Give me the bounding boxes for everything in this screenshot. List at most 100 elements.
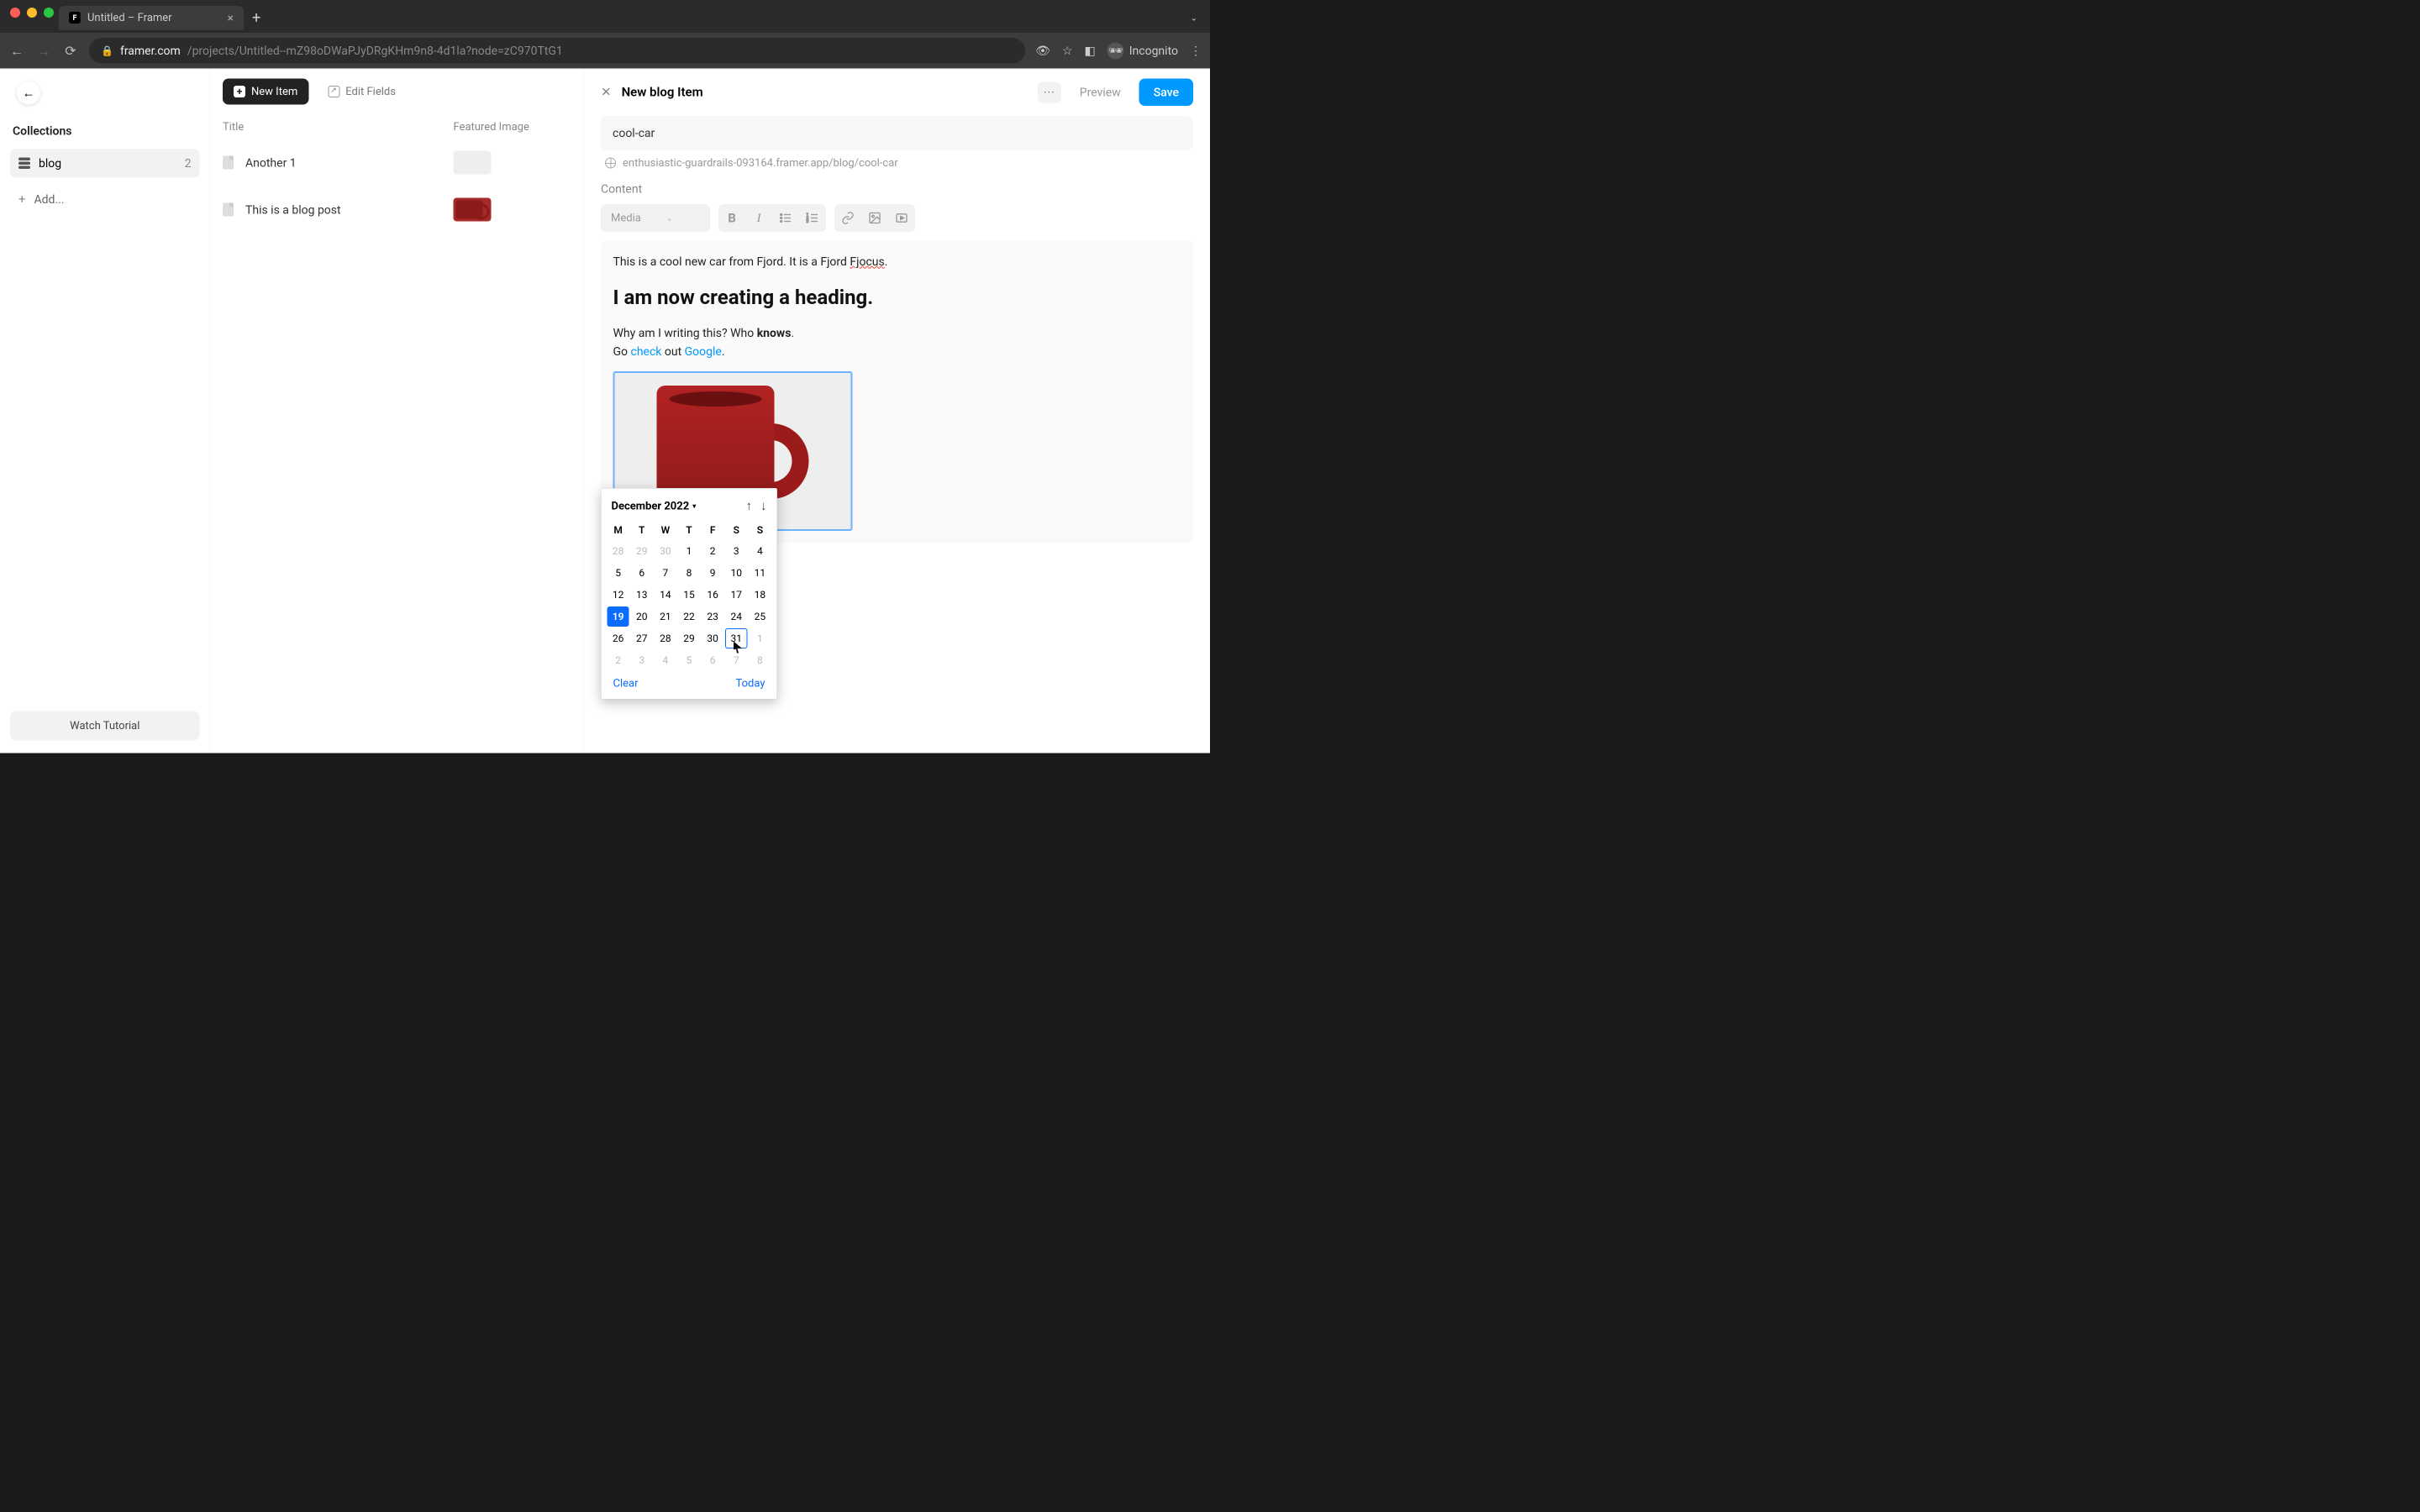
row-title: This is a blog post xyxy=(245,202,341,217)
datepicker-day[interactable]: 4 xyxy=(749,541,771,561)
incognito-icon: 🕶 xyxy=(1107,42,1124,59)
items-list-panel: + New Item Edit Fields Title Featured Im… xyxy=(210,69,584,753)
datepicker-day[interactable]: 27 xyxy=(631,628,653,648)
datepicker-dow: M xyxy=(607,520,630,540)
datepicker-day[interactable]: 16 xyxy=(702,585,723,605)
slug-input[interactable]: cool-car xyxy=(601,116,1193,150)
datepicker-day[interactable]: 23 xyxy=(702,606,723,627)
datepicker-day[interactable]: 29 xyxy=(678,628,700,648)
datepicker-day[interactable]: 5 xyxy=(678,650,700,670)
datepicker-day[interactable]: 24 xyxy=(725,606,747,627)
datepicker-day[interactable]: 28 xyxy=(608,541,629,561)
eye-off-icon[interactable]: 👁 xyxy=(1035,44,1050,58)
next-month-icon[interactable]: ↓ xyxy=(760,499,767,514)
preview-button[interactable]: Preview xyxy=(1080,86,1121,100)
database-icon xyxy=(18,157,30,169)
item-editor-panel: ✕ New blog Item ··· Preview Save cool-ca… xyxy=(584,69,1210,753)
datepicker-day[interactable]: 15 xyxy=(678,585,700,605)
prev-month-icon[interactable]: ↑ xyxy=(746,499,753,514)
add-collection-button[interactable]: + Add... xyxy=(10,185,200,215)
back-button[interactable]: ← xyxy=(17,81,40,105)
datepicker-day[interactable]: 8 xyxy=(749,650,771,670)
datepicker-day[interactable]: 2 xyxy=(702,541,723,561)
datepicker-day[interactable]: 12 xyxy=(608,585,629,605)
nav-reload-icon[interactable]: ⟳ xyxy=(62,43,79,59)
datepicker-day[interactable]: 20 xyxy=(631,606,653,627)
datepicker-day[interactable]: 1 xyxy=(749,628,771,648)
document-icon xyxy=(223,203,234,217)
datepicker-day[interactable]: 7 xyxy=(655,563,676,583)
new-item-button[interactable]: + New Item xyxy=(223,79,308,105)
datepicker-day[interactable]: 3 xyxy=(725,541,747,561)
italic-button[interactable]: I xyxy=(745,205,772,232)
datepicker-month-select[interactable]: December 2022 ▾ xyxy=(612,500,697,512)
datepicker-day[interactable]: 17 xyxy=(725,585,747,605)
bookmark-icon[interactable]: ☆ xyxy=(1062,44,1073,58)
datepicker-day[interactable]: 6 xyxy=(702,650,723,670)
datepicker-day[interactable]: 30 xyxy=(655,541,676,561)
datepicker-day[interactable]: 26 xyxy=(608,628,629,648)
datepicker-day[interactable]: 19 xyxy=(608,606,629,627)
collection-item-blog[interactable]: blog 2 xyxy=(10,149,200,178)
bold-button[interactable]: B xyxy=(718,205,745,232)
incognito-badge[interactable]: 🕶 Incognito xyxy=(1107,42,1178,59)
browser-tab[interactable]: F Untitled – Framer × xyxy=(59,6,244,30)
datepicker-day[interactable]: 8 xyxy=(678,563,700,583)
video-button[interactable] xyxy=(888,205,915,232)
datepicker-dow: F xyxy=(701,520,724,540)
datepicker-day[interactable]: 10 xyxy=(725,563,747,583)
datepicker-today-button[interactable]: Today xyxy=(735,677,765,690)
datepicker-day[interactable]: 11 xyxy=(749,563,771,583)
datepicker-day[interactable]: 21 xyxy=(655,606,676,627)
col-title: Title xyxy=(223,121,454,134)
nav-back-icon[interactable]: ← xyxy=(8,43,25,59)
watch-tutorial-button[interactable]: Watch Tutorial xyxy=(10,711,200,741)
more-options-button[interactable]: ··· xyxy=(1038,81,1061,102)
datepicker-day[interactable]: 7 xyxy=(725,650,747,670)
url-host: framer.com xyxy=(120,44,181,58)
link-button[interactable] xyxy=(834,205,861,232)
image-button[interactable] xyxy=(861,205,888,232)
list-row[interactable]: This is a blog post xyxy=(210,186,584,234)
datepicker-day[interactable]: 29 xyxy=(631,541,653,561)
datepicker-clear-button[interactable]: Clear xyxy=(613,677,639,690)
datepicker-day[interactable]: 1 xyxy=(678,541,700,561)
datepicker-day[interactable]: 5 xyxy=(608,563,629,583)
datepicker-day[interactable]: 28 xyxy=(655,628,676,648)
datepicker-day[interactable]: 6 xyxy=(631,563,653,583)
content-link[interactable]: check xyxy=(631,344,662,359)
plus-icon: + xyxy=(234,86,245,97)
datepicker-day[interactable]: 25 xyxy=(749,606,771,627)
bullet-list-button[interactable] xyxy=(772,205,799,232)
datepicker-day[interactable]: 22 xyxy=(678,606,700,627)
datepicker-day[interactable]: 4 xyxy=(655,650,676,670)
browser-menu-icon[interactable]: ⋮ xyxy=(1190,44,1202,58)
tab-title: Untitled – Framer xyxy=(87,12,172,24)
extensions-icon[interactable]: ◧ xyxy=(1084,44,1095,58)
left-sidebar: ← Collections blog 2 + Add... Watch Tuto… xyxy=(0,69,210,753)
numbered-list-button[interactable]: 123 xyxy=(799,205,826,232)
datepicker-day[interactable]: 14 xyxy=(655,585,676,605)
row-thumbnail xyxy=(454,151,492,175)
svg-text:3: 3 xyxy=(807,219,809,224)
tabs-menu-icon[interactable]: ⌄ xyxy=(1191,13,1197,23)
close-panel-icon[interactable]: ✕ xyxy=(601,85,612,100)
browser-actions: 👁 ☆ ◧ 🕶 Incognito ⋮ xyxy=(1035,42,1202,59)
datepicker-day[interactable]: 18 xyxy=(749,585,771,605)
url-path: /projects/Untitled--mZ98oDWaPJyDRgKHm9n8… xyxy=(187,44,563,58)
edit-fields-button[interactable]: Edit Fields xyxy=(317,79,407,105)
new-tab-button[interactable]: + xyxy=(252,9,260,27)
content-link[interactable]: Google xyxy=(685,344,722,359)
datepicker-day[interactable]: 13 xyxy=(631,585,653,605)
media-dropdown[interactable]: Media ⌄ xyxy=(601,204,710,232)
datepicker-day[interactable]: 9 xyxy=(702,563,723,583)
editor-toolbar: Media ⌄ B I 123 xyxy=(601,204,1193,232)
url-input[interactable]: 🔒 framer.com/projects/Untitled--mZ98oDWa… xyxy=(89,38,1025,64)
save-button[interactable]: Save xyxy=(1139,79,1193,107)
datepicker-day[interactable]: 3 xyxy=(631,650,653,670)
expand-icon xyxy=(328,86,339,97)
list-row[interactable]: Another 1 xyxy=(210,139,584,186)
datepicker-day[interactable]: 2 xyxy=(608,650,629,670)
datepicker-day[interactable]: 30 xyxy=(702,628,723,648)
tab-close-icon[interactable]: × xyxy=(228,11,234,25)
